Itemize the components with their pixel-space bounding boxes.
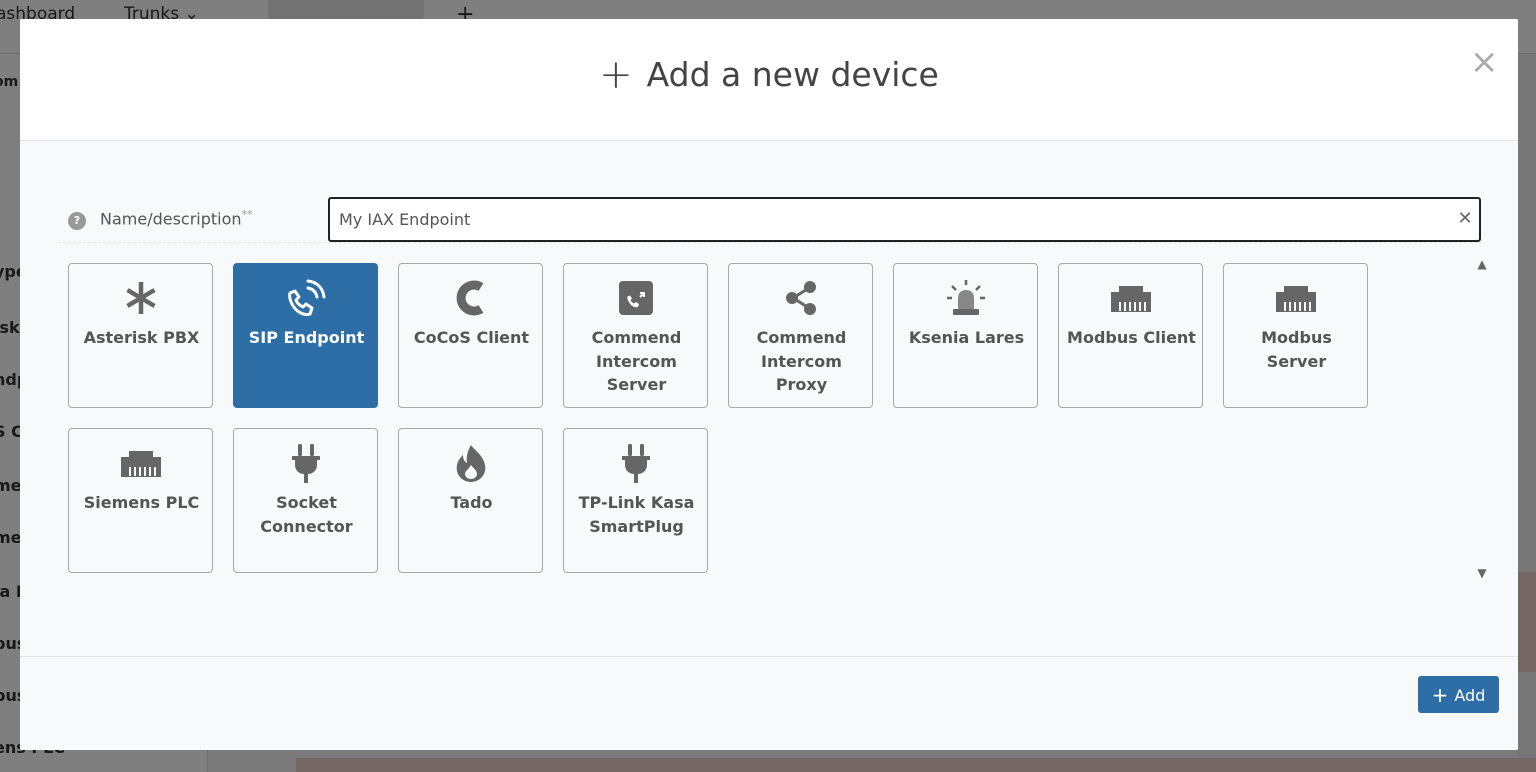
device-tile-label: TP-Link Kasa SmartPlug [578,493,695,536]
modal-header: + Add a new device × [20,19,1518,141]
device-tile-siemens-plc[interactable]: Siemens PLC [68,428,213,573]
device-tile-ksenia-lares[interactable]: Ksenia Lares [893,263,1038,408]
ethernet-icon [120,451,161,477]
device-tile-commend-intercom-proxy[interactable]: Commend Intercom Proxy [728,263,873,408]
device-tile-sip-endpoint[interactable]: SIP Endpoint [233,263,378,408]
add-button[interactable]: + Add [1418,676,1499,713]
device-tile-label: Siemens PLC [83,493,200,512]
device-tile-label: Socket Connector [260,493,353,536]
help-icon[interactable]: ? [68,212,86,230]
required-marker: ** [241,208,253,221]
device-tile-asterisk-pbx[interactable]: Asterisk PBX [68,263,213,408]
scroll-up-arrow-icon[interactable]: ▲ [1474,257,1490,271]
device-tile-label: Modbus Server [1261,328,1332,371]
asterisk-icon [125,282,156,314]
ethernet-icon [1110,286,1151,312]
device-tile-tado[interactable]: Tado [398,428,543,573]
fire-icon [456,445,485,482]
cocos-logo-icon [456,280,483,316]
device-tile-label: Modbus Client [1067,328,1196,347]
clear-input-icon[interactable]: ✕ [1455,207,1475,231]
device-tile-commend-intercom-server[interactable]: Commend Intercom Server [563,263,708,408]
device-tile-label: SIP Endpoint [248,328,365,347]
device-tile-modbus-server[interactable]: Modbus Server [1223,263,1368,408]
device-tile-modbus-client[interactable]: Modbus Client [1058,263,1203,408]
device-tile-cocos-client[interactable]: CoCoS Client [398,263,543,408]
modal-footer [20,656,1518,750]
scroll-down-arrow-icon[interactable]: ▼ [1474,566,1490,580]
plug-icon [621,444,650,483]
name-field-label: Name/description** [100,208,253,229]
device-type-grid: Asterisk PBX SIP Endpoint CoCoS Client C… [68,263,1478,593]
device-tile-label: CoCoS Client [413,328,530,347]
share-icon [785,281,816,315]
plus-icon: + [1431,682,1449,707]
device-tile-label: Tado [450,493,493,512]
close-icon[interactable]: × [1470,45,1499,79]
phone-icon [287,279,325,316]
device-tile-label: Ksenia Lares [908,328,1025,347]
device-tile-label: Asterisk PBX [83,328,200,347]
modal-title-text: Add a new device [646,55,939,94]
device-tile-label: Commend Intercom Proxy [756,328,847,394]
alarm-siren-icon [946,280,985,315]
device-tile-tp-link-kasa-smartplug[interactable]: TP-Link Kasa SmartPlug [563,428,708,573]
plus-icon: + [599,52,633,98]
device-tile-socket-connector[interactable]: Socket Connector [233,428,378,573]
device-tile-label: Commend Intercom Server [591,328,682,394]
phone-square-icon [618,281,653,315]
name-description-input[interactable] [328,197,1481,242]
ethernet-icon [1275,286,1316,312]
add-button-label: Add [1454,685,1486,705]
modal-title: + Add a new device [20,52,1518,98]
plug-icon [291,444,320,483]
add-device-modal: + Add a new device × ? Name/description**… [20,19,1518,750]
